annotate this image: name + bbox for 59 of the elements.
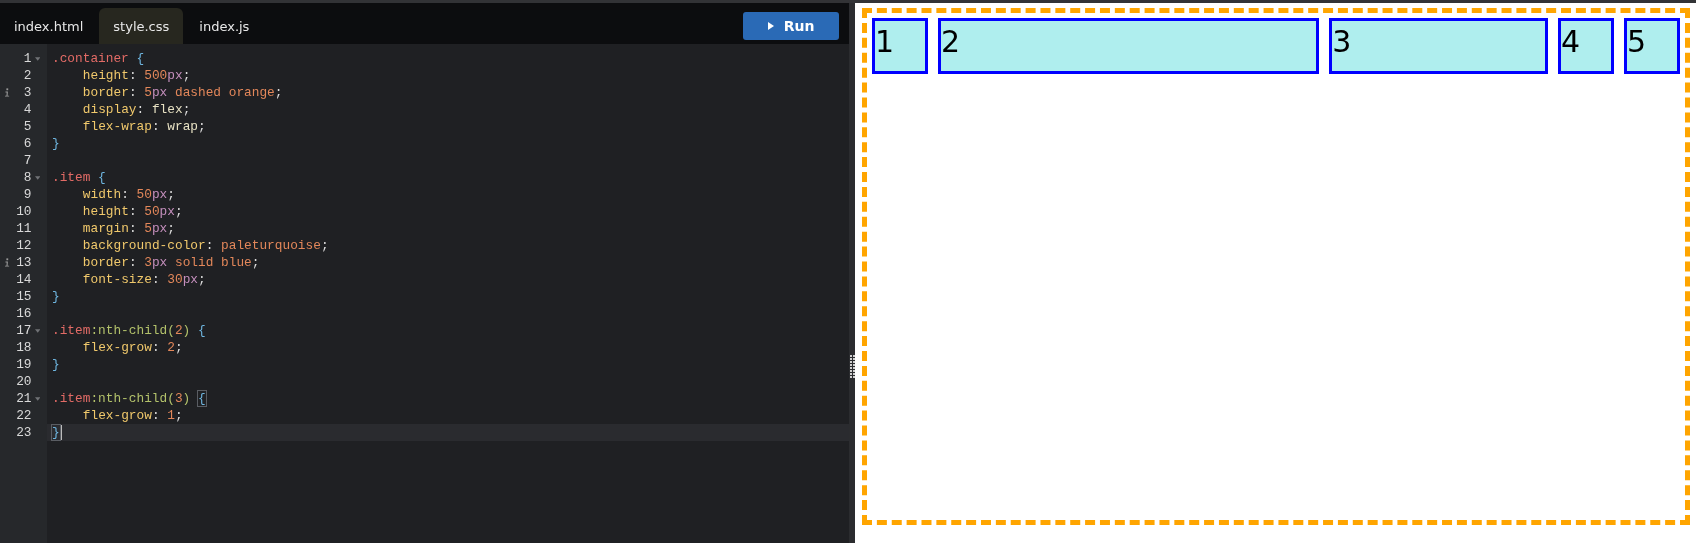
line-number: 23	[15, 425, 32, 440]
code-line: border: 3px solid blue;	[82, 255, 260, 270]
code-line: .item {	[52, 170, 106, 185]
line-number: 20	[15, 374, 32, 389]
line-number: 15	[15, 289, 32, 304]
line-number: 2	[22, 68, 32, 83]
code-line: height: 50px;	[82, 204, 183, 219]
line-number: 19	[15, 357, 32, 372]
line-number: 1	[22, 51, 32, 66]
line-number: 11	[15, 221, 32, 236]
resize-grip-icon[interactable]	[849, 355, 855, 379]
flex-item: 1	[872, 18, 928, 74]
line-number: 18	[15, 340, 32, 355]
text-cursor	[60, 425, 62, 440]
run-button[interactable]: Run	[743, 11, 839, 40]
code-line: width: 50px;	[82, 187, 175, 202]
code-line: .item:nth-child(3) {	[52, 391, 206, 406]
code-line: flex-wrap: wrap;	[82, 119, 206, 134]
line-number: 10	[15, 204, 32, 219]
code-line: font-size: 30px;	[82, 272, 206, 287]
line-number: 7	[22, 153, 32, 168]
fold-caret-icon[interactable]	[34, 56, 40, 61]
code-line: flex-grow: 1;	[82, 408, 183, 423]
line-number: 21	[15, 391, 32, 406]
play-icon	[767, 21, 774, 30]
line-number: 14	[15, 272, 32, 287]
line-number: 12	[15, 238, 32, 253]
code-line: margin: 5px;	[82, 221, 175, 236]
line-number: 9	[22, 187, 32, 202]
code-line: }	[52, 289, 60, 304]
fold-caret-icon[interactable]	[34, 328, 40, 333]
code-line: display: flex;	[82, 102, 191, 117]
file-tab[interactable]: index.js	[185, 8, 264, 44]
file-tab[interactable]: style.css	[99, 8, 184, 44]
flex-item: 4	[1558, 18, 1614, 74]
line-number: 16	[15, 306, 32, 321]
fold-caret-icon[interactable]	[34, 396, 40, 401]
line-number: 8	[22, 170, 32, 185]
code-line: height: 500px;	[82, 68, 191, 83]
line-number: 5	[22, 119, 32, 134]
code-line: }	[52, 357, 60, 372]
flex-item: 2	[938, 18, 1320, 74]
line-number: 13	[15, 255, 32, 270]
file-tab[interactable]: index.html	[0, 8, 98, 44]
line-number: 4	[22, 102, 32, 117]
flex-item: 3	[1329, 18, 1548, 74]
line-number: 17	[15, 323, 32, 338]
code-line: border: 5px dashed orange;	[82, 85, 283, 100]
line-number: 22	[15, 408, 32, 423]
line-number: 3	[22, 85, 32, 100]
code-line: background-color: paleturquoise;	[82, 238, 329, 253]
code-line: }	[52, 136, 60, 151]
code-line: .container {	[52, 51, 145, 66]
line-number: 6	[22, 136, 32, 151]
code-line: flex-grow: 2;	[82, 340, 183, 355]
code-line: }	[52, 425, 60, 440]
fold-caret-icon[interactable]	[34, 175, 40, 180]
flex-item: 5	[1624, 18, 1680, 74]
code-line: .item:nth-child(2) {	[52, 323, 206, 338]
